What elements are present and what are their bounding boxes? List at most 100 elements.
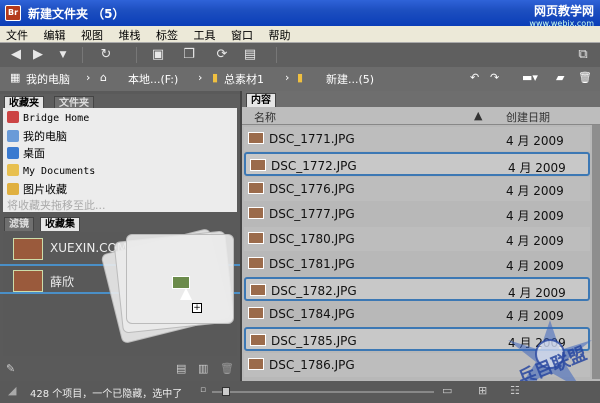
file-thumbnail	[248, 207, 264, 219]
collection-thumbnail	[13, 270, 43, 292]
file-row[interactable]: DSC_1784.JPG 4 月 2009	[244, 302, 590, 326]
trash-icon[interactable]: 🗑	[578, 71, 592, 84]
delete-collection-icon[interactable]: 🗑	[220, 362, 234, 375]
plus-badge-icon: +	[192, 303, 202, 313]
favorite-item[interactable]: My Documents	[7, 164, 95, 180]
rotate-history-icon[interactable]: ↻	[94, 46, 118, 64]
path-separator-icon: ›	[198, 71, 203, 84]
path-bar: ▦ 我的电脑 › ⌂ 本地...(F:) › ▮ 总素材1 › ▮ 新建...(…	[0, 67, 600, 91]
redo-rotate-icon[interactable]: ↷	[490, 71, 499, 84]
pencil-icon[interactable]: ✎	[6, 362, 15, 375]
content-panel: 内容 名称 ▲ 创建日期 DSC_1771.JPG 4 月 2009 DSC_17…	[240, 91, 600, 381]
file-thumbnail	[250, 159, 266, 171]
title-bar: Br 新建文件夹 （5） 网页教学网 www.webjx.com	[0, 0, 600, 28]
grid-view-icon[interactable]: ⊞	[478, 384, 487, 397]
menu-tools[interactable]: 工具	[188, 26, 222, 43]
file-row[interactable]: DSC_1777.JPG 4 月 2009	[244, 202, 590, 226]
file-row[interactable]: DSC_1781.JPG 4 月 2009	[244, 252, 590, 276]
favorite-item[interactable]: 图片收藏	[7, 181, 67, 197]
zoom-out-icon[interactable]: ▫	[200, 385, 206, 395]
menu-window[interactable]: 窗口	[225, 26, 259, 43]
menu-label[interactable]: 标签	[150, 26, 184, 43]
forward-arrow-icon[interactable]: ▶	[30, 46, 46, 64]
watermark-line1: 网页教学网	[533, 4, 594, 18]
output-icon[interactable]: ▤	[238, 46, 262, 64]
content-tabs: 内容	[242, 91, 600, 107]
slider-handle[interactable]	[222, 387, 230, 396]
open-recent-icon[interactable]: ▰	[556, 71, 564, 84]
path-item-folder[interactable]: 总素材1	[224, 71, 264, 87]
back-arrow-icon[interactable]: ◀	[8, 46, 24, 64]
history-dropdown-icon[interactable]: ▼	[56, 46, 70, 64]
computer-icon: ▦	[10, 71, 21, 84]
file-thumbnail	[248, 257, 264, 269]
favorite-item[interactable]: 桌面	[7, 145, 45, 161]
cursor-icon	[180, 288, 192, 300]
toolbar: ◀ ▶ ▼ ↻ ▣ ❐ ⟳ ▤ ⚲ ⧉	[0, 43, 600, 106]
resize-grip-icon: ◢	[8, 384, 17, 397]
new-smart-collection-icon[interactable]: ▥	[198, 362, 208, 375]
menu-stack[interactable]: 堆栈	[113, 26, 147, 43]
file-row[interactable]: DSC_1782.JPG 4 月 2009	[244, 277, 590, 301]
compact-mode-icon[interactable]: ⧉	[574, 46, 592, 64]
path-item-current[interactable]: 新建...(5)	[326, 71, 374, 87]
collection-label: 薛欣	[50, 275, 75, 289]
desktop-icon	[7, 147, 19, 159]
favorites-panel: Bridge Home 我的电脑 桌面 My Documents 图片收藏 将收…	[3, 108, 237, 212]
file-row[interactable]: DSC_1785.JPG 4 月 2009	[244, 327, 590, 351]
collection-thumbnail	[13, 238, 43, 260]
status-text: 428 个项目，一个已隐藏，选中了	[30, 389, 183, 400]
file-thumbnail	[248, 232, 264, 244]
folder-icon: ▮	[212, 71, 219, 84]
folder-icon: ▮	[297, 71, 304, 84]
home-icon	[7, 111, 19, 123]
tab-filter[interactable]: 滤镜	[4, 217, 34, 231]
content-header: 名称 ▲ 创建日期	[242, 107, 600, 125]
file-row[interactable]: DSC_1776.JPG 4 月 2009	[244, 177, 590, 201]
thumbnail-size-slider[interactable]	[212, 391, 434, 393]
left-footer: ✎ ▤ ▥ 🗑	[0, 356, 240, 381]
sort-up-icon[interactable]: ▲	[474, 109, 482, 122]
watermark-site: 网页教学网 www.webjx.com	[529, 2, 594, 28]
file-thumbnail	[250, 284, 266, 296]
path-separator-icon: ›	[285, 71, 290, 84]
favorite-item[interactable]: 我的电脑	[7, 128, 67, 144]
menu-help[interactable]: 帮助	[263, 26, 297, 43]
column-name-header[interactable]: 名称	[254, 109, 276, 125]
path-separator-icon: ›	[86, 71, 91, 84]
copy-icon[interactable]: ❐	[178, 46, 200, 64]
menu-view[interactable]: 视图	[75, 26, 109, 43]
file-row[interactable]: DSC_1772.JPG 4 月 2009	[244, 152, 590, 176]
computer-icon	[7, 130, 19, 142]
bridge-app-icon: Br	[5, 5, 21, 21]
menu-bar: 文件 编辑 视图 堆栈 标签 工具 窗口 帮助	[0, 26, 600, 43]
file-thumbnail	[250, 334, 266, 346]
new-folder-icon[interactable]: ▬▾	[522, 71, 538, 84]
file-row[interactable]: DSC_1780.JPG 4 月 2009	[244, 227, 590, 251]
drive-icon: ⌂	[100, 71, 107, 84]
tab-collections[interactable]: 收藏集	[40, 217, 80, 231]
file-row[interactable]: DSC_1771.JPG 4 月 2009	[244, 127, 590, 151]
favorites-drop-hint: 将收藏夹拖移至此...	[7, 199, 106, 212]
file-thumbnail	[248, 132, 264, 144]
column-date-header[interactable]: 创建日期	[506, 109, 550, 125]
path-item-drive[interactable]: 本地...(F:)	[128, 71, 178, 87]
menu-file[interactable]: 文件	[0, 26, 34, 43]
undo-rotate-icon[interactable]: ↶	[470, 71, 479, 84]
details-view-icon[interactable]: ☷	[510, 384, 520, 397]
file-thumbnail	[248, 358, 264, 370]
folder-icon	[7, 164, 19, 176]
refresh-icon[interactable]: ⟳	[214, 46, 230, 64]
file-thumbnail	[248, 182, 264, 194]
path-item-computer[interactable]: 我的电脑	[26, 71, 70, 87]
camera-import-icon[interactable]: ▣	[148, 46, 168, 64]
favorite-item[interactable]: Bridge Home	[7, 111, 89, 127]
file-thumbnail	[248, 307, 264, 319]
pictures-folder-icon	[7, 183, 19, 195]
zoom-in-icon[interactable]: ▭	[442, 384, 452, 397]
window-title: 新建文件夹 （5）	[28, 7, 125, 21]
menu-edit[interactable]: 编辑	[38, 26, 72, 43]
status-bar: ◢ 428 个项目，一个已隐藏，选中了 ▫ ▭ ⊞ ☷	[0, 381, 600, 403]
new-collection-icon[interactable]: ▤	[176, 362, 186, 375]
tab-content[interactable]: 内容	[246, 93, 276, 107]
